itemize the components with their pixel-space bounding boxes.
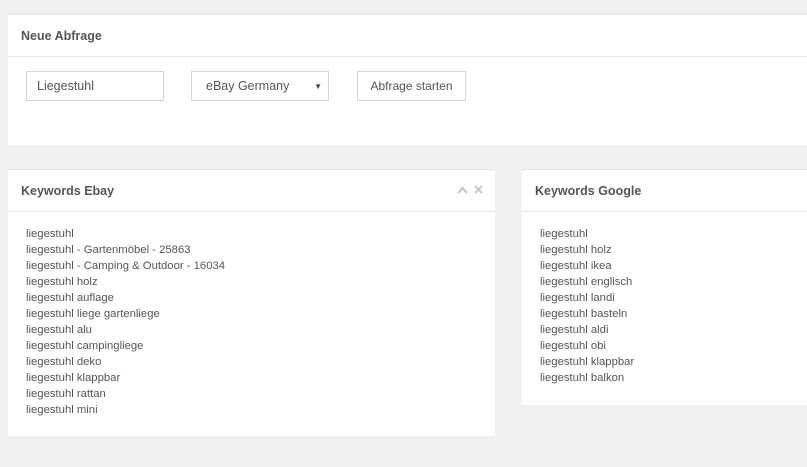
list-item: liegestuhl	[26, 228, 74, 240]
panel-tools	[457, 184, 483, 196]
list-item: liegestuhl klappbar	[540, 356, 635, 368]
list-item: liegestuhl obi	[540, 340, 606, 352]
list-item: liegestuhl balkon	[540, 372, 625, 384]
keywords-google-panel: Keywords Google liegestuhl liegestuhl ho…	[522, 169, 807, 405]
query-form: eBay Germany ▼ Abfrage starten	[8, 71, 807, 101]
list-item: liegestuhl klappbar	[26, 372, 121, 384]
keywords-ebay-list: liegestuhl liegestuhl - Gartenmöbel - 25…	[8, 212, 495, 418]
list-item: liegestuhl holz	[26, 276, 98, 288]
list-item: liegestuhl aldi	[540, 324, 609, 336]
list-item: liegestuhl liege gartenliege	[26, 308, 160, 320]
list-item: liegestuhl campingliege	[26, 340, 144, 352]
list-item: liegestuhl alu	[26, 324, 92, 336]
marketplace-select[interactable]: eBay Germany ▼	[191, 71, 329, 101]
list-item: liegestuhl mini	[26, 404, 98, 416]
query-panel: Neue Abfrage eBay Germany ▼ Abfrage star…	[8, 14, 807, 145]
list-item: liegestuhl landi	[540, 292, 615, 304]
chevron-up-icon[interactable]	[457, 184, 468, 196]
close-icon[interactable]	[474, 184, 483, 196]
start-query-button[interactable]: Abfrage starten	[357, 71, 466, 101]
keywords-ebay-title: Keywords Ebay	[8, 170, 495, 212]
caret-down-icon: ▼	[314, 82, 322, 91]
list-item: liegestuhl rattan	[26, 388, 106, 400]
list-item: liegestuhl auflage	[26, 292, 114, 304]
list-item: liegestuhl	[540, 228, 588, 240]
list-item: liegestuhl - Camping & Outdoor - 16034	[26, 260, 226, 272]
list-item: liegestuhl deko	[26, 356, 102, 368]
list-item: liegestuhl englisch	[540, 276, 633, 288]
keywords-google-list: liegestuhl liegestuhl holz liegestuhl ik…	[522, 212, 807, 386]
list-item: liegestuhl basteln	[540, 308, 628, 320]
keywords-ebay-panel: Keywords Ebay liegestuhl liegestuhl - Ga…	[8, 169, 495, 436]
marketplace-select-value: eBay Germany	[206, 79, 290, 93]
keywords-google-title: Keywords Google	[522, 170, 807, 212]
query-panel-title: Neue Abfrage	[8, 15, 807, 57]
list-item: liegestuhl ikea	[540, 260, 612, 272]
search-input[interactable]	[26, 71, 164, 101]
list-item: liegestuhl - Gartenmöbel - 25863	[26, 244, 191, 256]
list-item: liegestuhl holz	[540, 244, 612, 256]
